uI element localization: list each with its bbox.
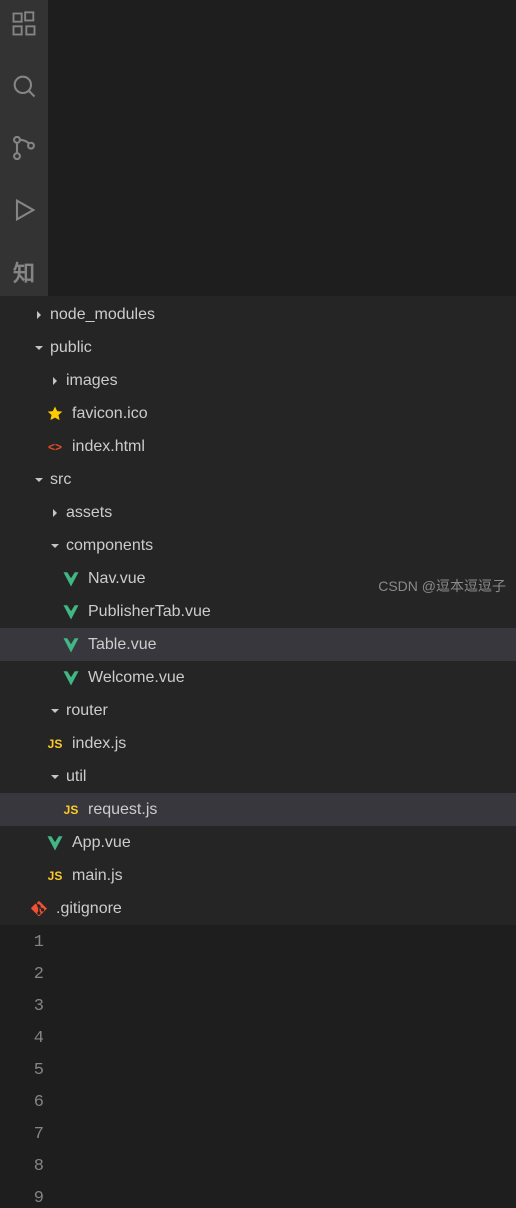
tree-item-label: Welcome.vue — [88, 669, 185, 687]
tree-item-router[interactable]: router — [0, 694, 516, 727]
git-icon — [30, 900, 48, 918]
tree-item-public[interactable]: public — [0, 331, 516, 364]
tree-item-welcome-vue[interactable]: Welcome.vue — [0, 661, 516, 694]
js-icon: JS — [62, 801, 80, 819]
tree-item-label: public — [50, 339, 92, 357]
tree-item-images[interactable]: images — [0, 364, 516, 397]
star-icon — [46, 405, 64, 423]
tree-item-label: router — [66, 702, 108, 720]
chevron-down-icon — [30, 471, 48, 489]
tree-item-favicon-ico[interactable]: favicon.ico — [0, 397, 516, 430]
tree-item-components[interactable]: components — [0, 529, 516, 562]
vue-icon — [62, 669, 80, 687]
chevron-right-icon — [46, 372, 64, 390]
tree-item-assets[interactable]: assets — [0, 496, 516, 529]
tree-item-publishertab-vue[interactable]: PublisherTab.vue — [0, 595, 516, 628]
line-number[interactable]: 8 — [0, 1151, 58, 1183]
tree-item-label: favicon.ico — [72, 405, 148, 423]
line-number[interactable]: 6 — [0, 1087, 58, 1119]
extensions-icon[interactable] — [0, 0, 48, 48]
tree-item-label: src — [50, 471, 71, 489]
vue-icon — [62, 603, 80, 621]
zhihu-icon[interactable]: 知 — [0, 248, 48, 296]
line-number[interactable]: 3 — [0, 991, 58, 1023]
chevron-right-icon — [46, 504, 64, 522]
tree-item-label: components — [66, 537, 153, 555]
line-number[interactable]: 9 — [0, 1183, 58, 1208]
line-number[interactable]: 5 — [0, 1055, 58, 1087]
source-control-icon[interactable] — [0, 124, 48, 172]
tree-item-label: index.js — [72, 735, 126, 753]
vue-icon — [62, 570, 80, 588]
tree-item-node-modules[interactable]: node_modules — [0, 298, 516, 331]
tree-item-label: images — [66, 372, 118, 390]
line-number[interactable]: 4 — [0, 1023, 58, 1055]
tree-item-index-html[interactable]: <> index.html — [0, 430, 516, 463]
line-number[interactable]: 1 — [0, 927, 58, 959]
tree-item-label: PublisherTab.vue — [88, 603, 211, 621]
tree-item-app-vue[interactable]: App.vue — [0, 826, 516, 859]
chevron-down-icon — [46, 702, 64, 720]
tree-item-nav-vue[interactable]: Nav.vue — [0, 562, 516, 595]
search-icon[interactable] — [0, 62, 48, 110]
tree-item-table-vue[interactable]: Table.vue — [0, 628, 516, 661]
tree-item-label: App.vue — [72, 834, 131, 852]
chevron-down-icon — [30, 339, 48, 357]
line-number[interactable]: 2 — [0, 959, 58, 991]
chevron-right-icon — [30, 306, 48, 324]
js-icon: JS — [46, 867, 64, 885]
tree-item-label: node_modules — [50, 306, 155, 324]
tree-item--gitignore[interactable]: .gitignore — [0, 892, 516, 925]
vue-icon — [46, 834, 64, 852]
file-explorer: node_modulespublic images favicon.ico <> ind… — [0, 296, 516, 925]
tree-item-label: main.js — [72, 867, 123, 885]
activity-bar: 知 — [0, 0, 48, 296]
tree-item-request-js[interactable]: JS request.js — [0, 793, 516, 826]
tree-item-label: assets — [66, 504, 112, 522]
tree-item-src[interactable]: src — [0, 463, 516, 496]
tree-item-main-js[interactable]: JS main.js — [0, 859, 516, 892]
chevron-down-icon — [46, 768, 64, 786]
tree-item-util[interactable]: util — [0, 760, 516, 793]
js-icon: JS — [46, 735, 64, 753]
tree-item-label: .gitignore — [56, 900, 122, 918]
tree-item-label: Table.vue — [88, 636, 157, 654]
chevron-down-icon — [46, 537, 64, 555]
tree-item-index-js[interactable]: JS index.js — [0, 727, 516, 760]
tree-item-label: Nav.vue — [88, 570, 146, 588]
tree-item-label: request.js — [88, 801, 157, 819]
vue-icon — [62, 636, 80, 654]
html-icon: <> — [46, 438, 64, 456]
zhihu-label: 知 — [13, 256, 35, 288]
tree-item-label: index.html — [72, 438, 145, 456]
tree-item-label: util — [66, 768, 86, 786]
line-number[interactable]: 7 — [0, 1119, 58, 1151]
line-gutter: 123456789101112131415161718 — [0, 925, 58, 1208]
run-debug-icon[interactable] — [0, 186, 48, 234]
